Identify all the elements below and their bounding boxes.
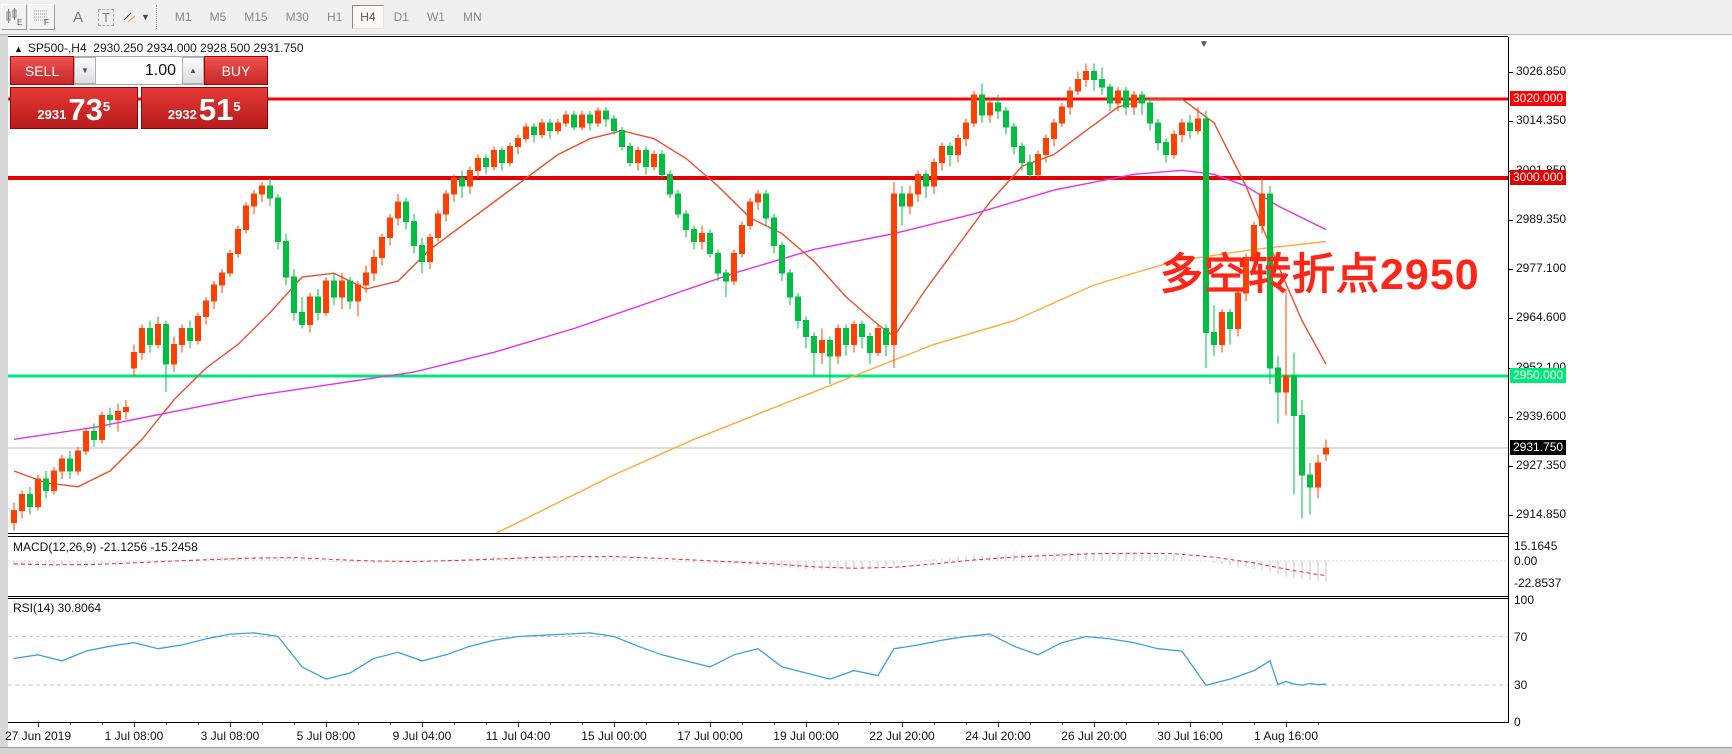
sell-price-base: 2931	[37, 105, 66, 125]
time-label: 26 Jul 20:00	[1061, 729, 1126, 743]
timeframe-button-m30[interactable]: M30	[278, 5, 317, 29]
chart-shift-marker[interactable]: ▼	[1199, 39, 1209, 50]
text-label-button[interactable]: A	[65, 4, 91, 30]
rsi-panel[interactable]	[8, 598, 1508, 722]
grid-f-glyph: F	[44, 18, 49, 26]
price-axis-border	[1508, 37, 1509, 723]
rsi-tick: 70	[1514, 630, 1527, 644]
price-tick: 2939.600	[1516, 409, 1566, 423]
price-tick: 2989.350	[1516, 212, 1566, 226]
rsi-separator-b[interactable]	[8, 598, 1508, 599]
time-label: 5 Jul 08:00	[297, 729, 356, 743]
symbol-ohlc: 2930.250 2934.000 2928.500 2931.750	[93, 41, 303, 55]
rsi-tick: 100	[1514, 593, 1534, 607]
buy-button[interactable]: BUY	[204, 56, 268, 85]
buy-price-pips: 51	[199, 95, 233, 125]
price-badge-2931.750: 2931.750	[1510, 440, 1566, 455]
rsi-separator[interactable]	[8, 596, 1508, 597]
toolbar-separator	[156, 5, 162, 29]
chart-window-button[interactable]: E	[1, 4, 27, 30]
symbol-triangle-icon: ▲	[14, 44, 23, 54]
timeframe-button-m5[interactable]: M5	[202, 5, 235, 29]
timeframe-button-h4[interactable]: H4	[352, 5, 383, 29]
top-toolbar: E F A T ▼ M1M5M15M30H1H4D1W1	[0, 0, 1732, 35]
symbol-info: ▲ SP500-,H4 2930.250 2934.000 2928.500 29…	[14, 41, 304, 55]
buy-price-base: 2932	[168, 105, 197, 125]
time-axis-border	[8, 722, 1508, 723]
macd-panel[interactable]	[8, 537, 1508, 596]
one-click-trading-panel: SELL ▼ 1.00 ▲ BUY 2931 73 5 2932 51 5	[10, 56, 268, 129]
macd-tick: 0.00	[1514, 554, 1537, 568]
time-label: 15 Jul 00:00	[581, 729, 646, 743]
timeframe-group: M1M5M15M30H1H4D1W1MN	[166, 5, 491, 29]
timeframe-button-m15[interactable]: M15	[236, 5, 275, 29]
time-label: 1 Aug 16:00	[1254, 729, 1318, 743]
price-tick: 2914.850	[1516, 507, 1566, 521]
time-label: 3 Jul 08:00	[201, 729, 260, 743]
time-label: 24 Jul 20:00	[965, 729, 1030, 743]
price-badge-3020.000: 3020.000	[1510, 91, 1566, 106]
price-tick: 2977.100	[1516, 261, 1566, 275]
macd-tick: 15.1645	[1514, 539, 1557, 553]
volume-decrease-button[interactable]: ▼	[74, 57, 96, 84]
macd-tick: -22.8537	[1514, 576, 1561, 590]
macd-separator[interactable]	[8, 533, 1508, 534]
sell-price-pips: 73	[68, 95, 102, 125]
time-label: 19 Jul 00:00	[773, 729, 838, 743]
cursor-modes-button[interactable]: ▼	[121, 4, 151, 30]
buy-price-display[interactable]: 2932 51 5	[141, 87, 269, 129]
timeframe-button-w1[interactable]: W1	[419, 5, 453, 29]
time-label: 22 Jul 20:00	[869, 729, 934, 743]
sell-price-display[interactable]: 2931 73 5	[10, 87, 138, 129]
timeframe-button-d1[interactable]: D1	[386, 5, 417, 29]
chart-annotation-text: 多空转折点2950	[1160, 240, 1480, 302]
arrows-icon	[122, 10, 138, 24]
timeframe-button-m1[interactable]: M1	[167, 5, 200, 29]
timeframe-button-mn[interactable]: MN	[455, 5, 490, 29]
price-badge-3000.000: 3000.000	[1510, 170, 1566, 185]
symbol-name: SP500-,H4	[28, 41, 87, 55]
triangle-up-icon: ▲	[189, 66, 197, 75]
price-tick: 2964.600	[1516, 310, 1566, 324]
chart-e-glyph: E	[17, 18, 22, 26]
panel-top-border	[8, 36, 1508, 37]
time-label: 9 Jul 04:00	[393, 729, 452, 743]
price-tick: 2927.350	[1516, 458, 1566, 472]
time-label: 17 Jul 00:00	[677, 729, 742, 743]
rsi-tick: 30	[1514, 678, 1527, 692]
time-label: 1 Jul 08:00	[105, 729, 164, 743]
text-box-button[interactable]: T	[93, 4, 119, 30]
rsi-label: RSI(14) 30.8064	[13, 601, 101, 615]
volume-stepper: ▼ 1.00 ▲	[74, 56, 204, 85]
chevron-down-icon: ▼	[141, 12, 150, 22]
triangle-down-icon: ▼	[81, 66, 89, 75]
timeframe-button-h1[interactable]: H1	[319, 5, 350, 29]
sell-price-point: 5	[103, 88, 110, 126]
time-label: 30 Jul 16:00	[1157, 729, 1222, 743]
mt4-terminal: { "toolbar": { "icon_buttons": [ {"name"…	[0, 0, 1732, 754]
price-tick: 3014.350	[1516, 113, 1566, 127]
status-strip	[0, 747, 1732, 754]
price-badge-2950.000: 2950.000	[1510, 368, 1566, 383]
rsi-tick: 0	[1514, 715, 1521, 729]
buy-price-point: 5	[233, 88, 240, 126]
volume-increase-button[interactable]: ▲	[182, 57, 204, 84]
macd-label: MACD(12,26,9) -21.1256 -15.2458	[13, 540, 198, 554]
data-grid-button[interactable]: F	[29, 4, 55, 30]
time-label: 27 Jun 2019	[5, 729, 71, 743]
volume-input[interactable]: 1.00	[96, 57, 182, 84]
sell-button[interactable]: SELL	[10, 56, 74, 85]
time-label: 11 Jul 04:00	[486, 729, 551, 743]
price-tick: 3026.850	[1516, 64, 1566, 78]
macd-separator-b[interactable]	[8, 536, 1508, 537]
